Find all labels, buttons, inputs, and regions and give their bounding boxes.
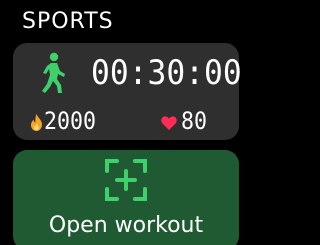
workout-duration: 00:30:00 bbox=[91, 53, 242, 93]
flame-icon bbox=[31, 114, 42, 131]
add-workout-icon bbox=[105, 159, 147, 201]
open-workout-label: Open workout bbox=[48, 213, 204, 238]
calories-value: 2000 bbox=[44, 107, 97, 135]
open-workout-button[interactable]: Open workout bbox=[13, 150, 239, 245]
sports-screen: SPORTS 00:30:00 2000 80 Open workout bbox=[0, 0, 245, 245]
page-title: SPORTS bbox=[22, 9, 114, 34]
heart-rate-value: 80 bbox=[181, 107, 208, 135]
stats-card: 00:30:00 2000 80 bbox=[13, 43, 242, 140]
walking-person-icon bbox=[42, 52, 65, 93]
heart-icon bbox=[161, 116, 177, 130]
